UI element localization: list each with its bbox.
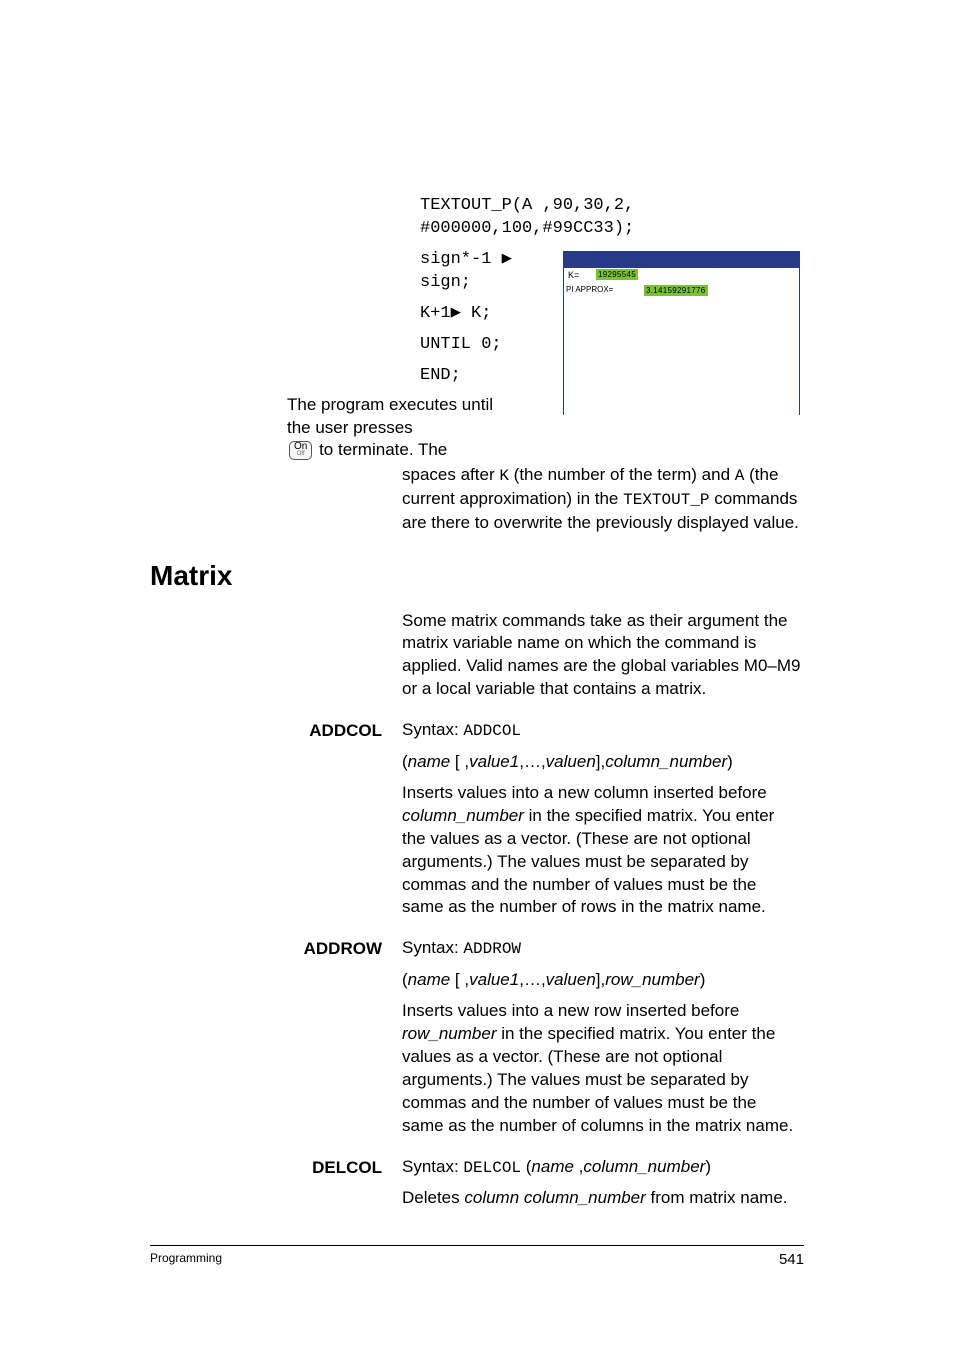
calc-k-label: K= — [568, 270, 579, 280]
code-line-textout-1: TEXTOUT_P(A ,90,30,2, — [420, 195, 802, 218]
footer-section: Programming — [150, 1251, 222, 1268]
calc-pi-label: PI APPROX= — [566, 285, 613, 294]
calculator-screenshot: K= 19295545 PI APPROX= 3.14159291776 — [563, 251, 800, 415]
exec-paragraph-part1: The program executes until the user pres… — [287, 395, 493, 437]
calc-title-bar — [564, 252, 799, 268]
addcol-label: ADDCOL — [150, 719, 402, 919]
calc-pi-value: 3.14159291776 — [644, 285, 708, 296]
addrow-description: Inserts values into a new row inserted b… — [402, 1000, 802, 1138]
code-line-textout-2: #000000,100,#99CC33); — [420, 218, 802, 241]
exec-paragraph-part1b: to terminate. The — [314, 440, 447, 459]
on-key-icon: OnOff — [289, 441, 312, 460]
page-number: 541 — [779, 1251, 804, 1268]
matrix-intro: Some matrix commands take as their argum… — [402, 610, 802, 702]
addrow-label: ADDROW — [150, 937, 402, 1137]
exec-paragraph-part2: spaces after K (the number of the term) … — [402, 464, 802, 534]
delcol-syntax: Syntax: DELCOL (name ,column_number) — [402, 1156, 802, 1180]
addrow-syntax: Syntax: ADDROW — [402, 937, 802, 961]
store-triangle-icon: ▶ — [502, 249, 512, 272]
matrix-heading: Matrix — [150, 560, 804, 592]
addcol-syntax: Syntax: ADDCOL — [402, 719, 802, 743]
delcol-description: Deletes column column_number from matrix… — [402, 1187, 802, 1210]
store-triangle-icon: ▶ — [451, 303, 461, 326]
addrow-args: (name [ ,value1,…,valuen],row_number) — [402, 969, 802, 992]
calc-k-value: 19295545 — [596, 269, 638, 280]
addcol-args: (name [ ,value1,…,valuen],column_number) — [402, 751, 802, 774]
delcol-label: DELCOL — [150, 1156, 402, 1211]
addcol-description: Inserts values into a new column inserte… — [402, 782, 802, 920]
